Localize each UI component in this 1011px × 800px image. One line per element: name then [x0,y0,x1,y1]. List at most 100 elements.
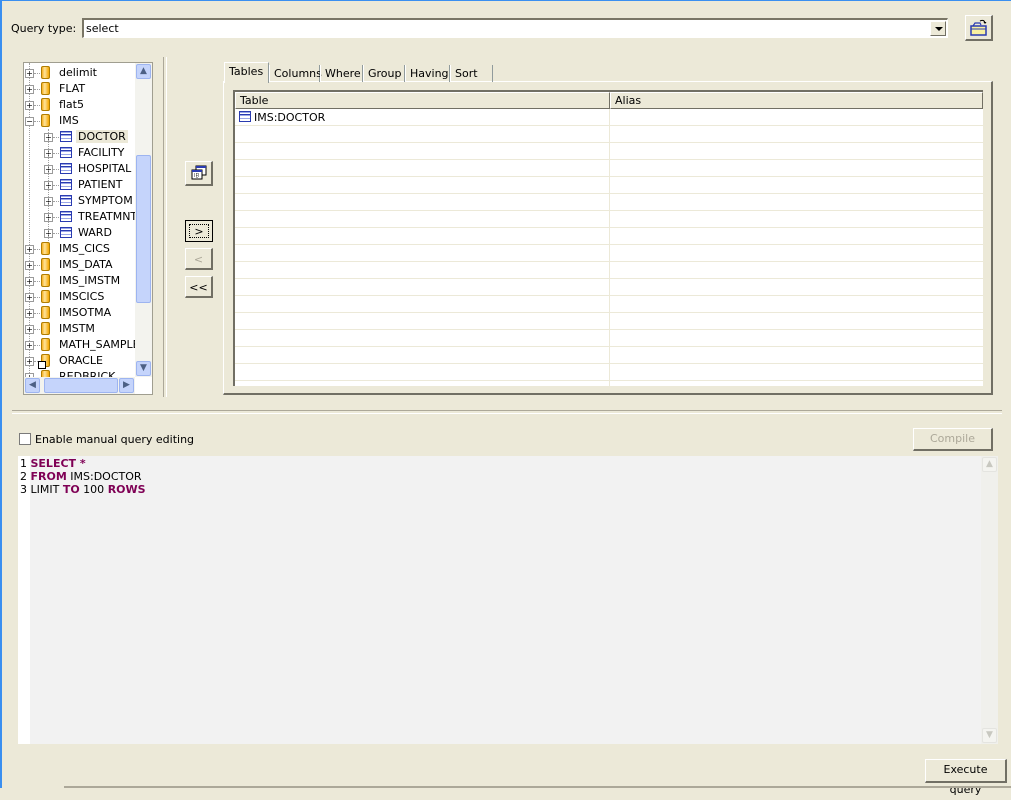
compile-query-button[interactable]: Compile query [913,428,993,465]
expand-icon[interactable]: + [25,245,34,254]
database-icon [41,306,50,319]
tree-item[interactable]: + IMSOTMA [24,305,136,321]
sql-editor[interactable]: 1 SELECT * 2 FROM IMS:DOCTOR 3 LIMIT TO 10… [18,456,998,744]
add-table-button[interactable]: > [185,220,213,242]
tree-connector [34,73,40,75]
scroll-left-icon[interactable]: ◀ [25,378,40,393]
tree-item-label: FLAT [59,82,86,95]
tree-connector [53,217,59,219]
expand-icon[interactable]: + [25,85,34,94]
query-type-label: Query type: [11,22,77,35]
column-header-alias-label: Alias [615,94,642,107]
tab-group[interactable]: Group [363,65,405,82]
splitter-vertical[interactable] [163,57,167,397]
expand-icon[interactable]: + [25,69,34,78]
tree-connector [34,313,40,315]
tree-item[interactable]: + flat5 [24,97,136,113]
tree-item[interactable]: + IMS_CICS [24,241,136,257]
remove-table-button[interactable]: < [185,248,213,270]
schema-tree[interactable]: + delimit + FLAT + flat5− IMS + DOCTOR + FACILITY +… [23,62,153,395]
enable-manual-editing-checkbox[interactable] [19,433,31,445]
column-header-table-label: Table [240,94,269,107]
column-header-alias[interactable]: Alias [610,92,983,109]
tree-item[interactable]: + HOSPITAL [24,161,136,177]
collapse-icon[interactable]: − [25,117,34,126]
expand-icon[interactable]: + [25,309,34,318]
tree-item-label: IMS_IMSTM [59,274,121,287]
expand-icon[interactable]: + [25,101,34,110]
sql-text: 100 [79,483,108,496]
tree-item[interactable]: + IMS_DATA [24,257,136,273]
scroll-up-icon[interactable]: ▲ [136,64,151,79]
database-icon [41,98,50,111]
tab-where[interactable]: Where [320,65,363,82]
copy-tables-button[interactable] [185,161,213,186]
tree-item-label: PATIENT [78,178,123,191]
tree-item[interactable]: − IMS [24,113,136,129]
remove-all-tables-button[interactable]: << [185,276,213,298]
remove-table-label: < [193,253,204,266]
tree-item-label: IMSCICS [59,290,105,303]
scroll-down-icon[interactable]: ▼ [982,728,997,743]
tree-item-label: TREATMNT [78,210,138,223]
query-type-value: select [86,22,119,35]
database-icon [41,274,50,287]
code-line: 2 FROM IMS:DOCTOR [20,470,142,483]
enable-manual-editing-label[interactable]: Enable manual query editing [35,433,194,446]
tree-item[interactable]: + SYMPTOM [24,193,136,209]
column-header-table[interactable]: Table [235,92,610,109]
execute-query-button[interactable]: Execute query [925,759,1007,796]
query-type-select[interactable]: select [82,18,948,38]
tab-having[interactable]: Having [405,65,450,82]
expand-icon[interactable]: + [25,277,34,286]
table-icon [239,111,251,122]
tree-item[interactable]: + IMSTM [24,321,136,337]
tree-item[interactable]: + delimit [24,65,136,81]
tree-horizontal-scrollbar[interactable]: ◀ ▶ [24,377,135,394]
tab-columns[interactable]: Columns [269,65,322,82]
tab-sort-label: Sort [455,67,478,80]
tree-item[interactable]: + MATH_SAMPLE [24,337,140,353]
tree-item[interactable]: + IMSCICS [24,289,136,305]
shortcut-arrow-icon [38,361,46,369]
tree-vertical-scrollbar[interactable]: ▲ ▼ [135,63,152,377]
table-icon [60,211,72,222]
chevron-down-icon[interactable] [930,21,946,36]
tree-item[interactable]: + ORACLE [24,353,136,369]
tree-item[interactable]: + DOCTOR [24,129,136,145]
tables-grid[interactable]: Table Alias IMS:DOCTOR [233,90,983,386]
tab-sort[interactable]: Sort [450,65,493,82]
scroll-down-icon[interactable]: ▼ [136,361,151,376]
tree-item[interactable]: + TREATMNT [24,209,138,225]
tree-item[interactable]: + FLAT [24,81,136,97]
tree-item-label: flat5 [59,98,84,111]
splitter-horizontal[interactable] [12,410,1002,414]
table-icon [60,163,72,174]
tree-connector [34,249,40,251]
open-query-button[interactable] [965,15,993,41]
database-icon [41,66,50,79]
tree-connector [53,201,59,203]
tree-item[interactable]: + PATIENT [24,177,136,193]
tree-connector [34,121,40,123]
tree-vertical-scroll-thumb[interactable] [136,155,151,303]
scroll-right-icon[interactable]: ▶ [119,378,134,393]
tab-where-label: Where [325,67,361,80]
scroll-up-icon[interactable]: ▲ [982,457,997,472]
tree-connector [34,265,40,267]
expand-icon[interactable]: + [25,261,34,270]
expand-icon[interactable]: + [25,325,34,334]
tree-item-label: MATH_SAMPLE [59,338,140,351]
expand-icon[interactable]: + [25,293,34,302]
expand-icon[interactable]: + [25,357,34,366]
editor-vertical-scrollbar[interactable]: ▲ ▼ [981,456,998,744]
expand-icon[interactable]: + [25,341,34,350]
tree-item[interactable]: + IMS_IMSTM [24,273,136,289]
tree-item[interactable]: + FACILITY [24,145,136,161]
tab-tables[interactable]: Tables [224,62,269,83]
tree-item[interactable]: + WARD [24,225,136,241]
database-icon [41,82,50,95]
tree-connector [53,169,59,171]
tree-connector [34,345,40,347]
tree-horizontal-scroll-thumb[interactable] [44,378,118,393]
